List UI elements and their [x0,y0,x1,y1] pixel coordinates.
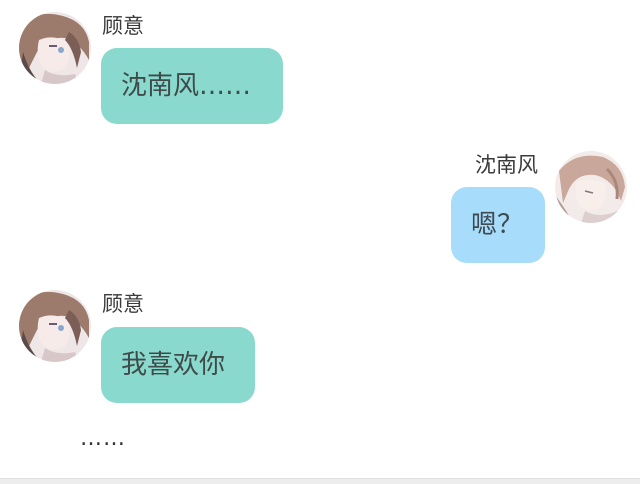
message-bubble-2[interactable]: 嗯？ [451,187,545,263]
narration-ellipsis: …… [80,426,126,451]
avatar-shennanfeng-image [555,151,627,223]
avatar-shennanfeng[interactable] [555,151,627,223]
sender-name-guyi: 顾意 [102,14,144,38]
sender-name-guyi: 顾意 [102,292,144,316]
sender-name-shennanfeng: 沈南风 [475,153,538,177]
avatar-guyi-image [19,12,91,84]
message-bubble-3[interactable]: 我喜欢你 [101,327,255,403]
bottom-divider [0,478,640,484]
avatar-guyi[interactable] [19,290,91,362]
avatar-guyi-image [19,290,91,362]
avatar-guyi[interactable] [19,12,91,84]
message-bubble-1[interactable]: 沈南风…… [101,48,283,124]
